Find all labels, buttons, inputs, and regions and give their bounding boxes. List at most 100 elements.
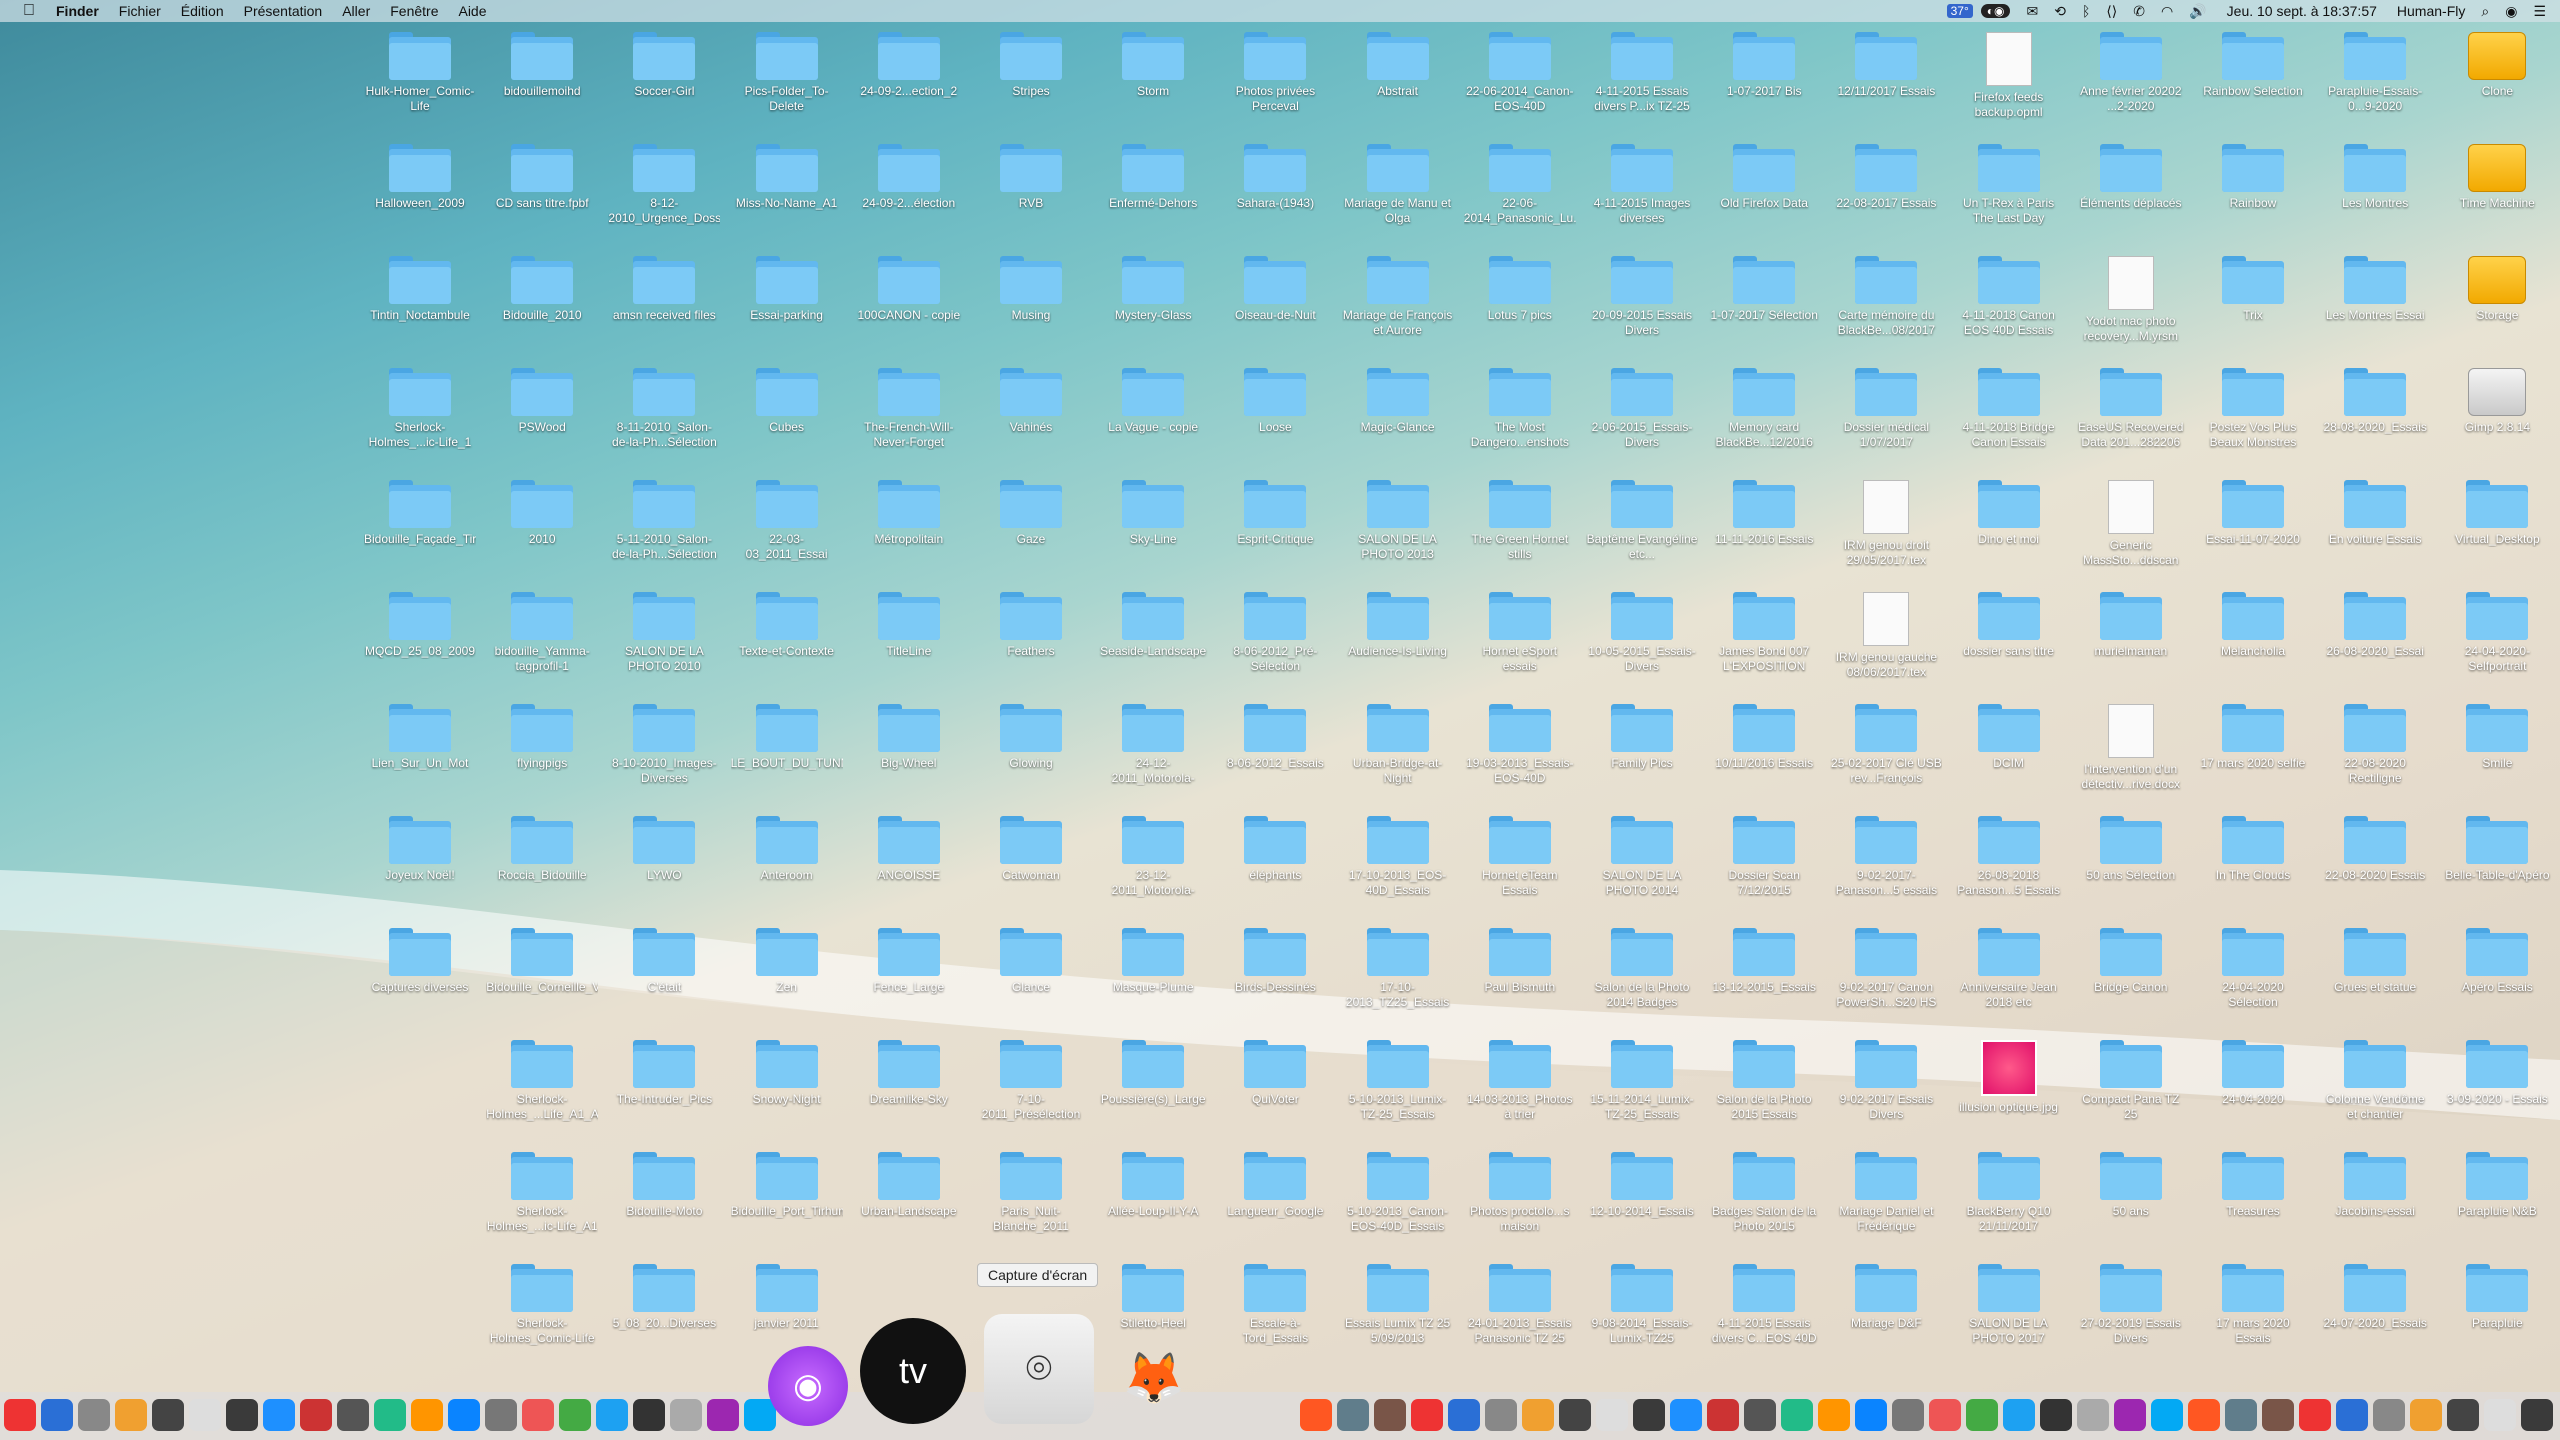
desktop-item[interactable]: 10/11/2016 Essais xyxy=(1708,704,1820,771)
desktop-item[interactable]: Essais Lumix TZ 25 5/09/2013 xyxy=(1342,1264,1454,1346)
dock-app-icon[interactable] xyxy=(522,1399,554,1431)
desktop-item[interactable]: Soccer-Girl xyxy=(608,32,720,99)
desktop-item[interactable]: Catwoman xyxy=(975,816,1087,883)
desktop-item[interactable]: 5-10-2013_Lumix-TZ-25_Essais xyxy=(1342,1040,1454,1122)
desktop-item[interactable]: Stiletto-Heel xyxy=(1097,1264,1209,1331)
desktop-item[interactable]: IRM genou droit 29/05/2017.tex xyxy=(1830,480,1942,568)
desktop-item[interactable]: Miss-No-Name_A1 xyxy=(731,144,843,211)
desktop-item[interactable]: Sherlock-Holmes_...ic-Life_A1 xyxy=(486,1152,598,1234)
dock-app-icon[interactable] xyxy=(1707,1399,1739,1431)
desktop-item[interactable]: 25-02-2017 Clé USB rev...François xyxy=(1830,704,1942,786)
menu-aide[interactable]: Aide xyxy=(458,3,486,19)
desktop-item[interactable]: In The Clouds xyxy=(2197,816,2309,883)
desktop-item[interactable]: Gaze xyxy=(975,480,1087,547)
desktop-item[interactable]: Paul Bismuth xyxy=(1464,928,1576,995)
desktop-item[interactable]: Salon de la Photo 2014 Badges xyxy=(1586,928,1698,1010)
desktop-item[interactable]: Escale-à-Tord_Essais xyxy=(1219,1264,1331,1346)
dock-app-icon[interactable] xyxy=(374,1399,406,1431)
desktop-item[interactable]: Anne février 20202 ...2-2020 xyxy=(2075,32,2187,114)
desktop-item[interactable]: Virtual_Desktop xyxy=(2441,480,2553,547)
desktop-item[interactable]: Roccia_Bidouille xyxy=(486,816,598,883)
desktop-item[interactable]: 8-11-2010_Salon-de-la-Ph...Sélection xyxy=(608,368,720,450)
desktop-item[interactable]: SALON DE LA PHOTO 2017 xyxy=(1953,1264,2065,1346)
desktop-item[interactable]: Essai-parking xyxy=(731,256,843,323)
desktop-item[interactable]: James Bond 007 L'EXPOSITION xyxy=(1708,592,1820,674)
dock-app-icon[interactable] xyxy=(1818,1399,1850,1431)
desktop-item[interactable]: 7-10-2011_Présélection xyxy=(975,1040,1087,1122)
desktop-item[interactable]: 24-09-2...ection_2 xyxy=(853,32,965,99)
desktop-item[interactable]: 23-12-2011_Motorola-Dext_Pics xyxy=(1097,816,1209,898)
desktop-item[interactable]: 4-11-2015 Essais divers P...ix TZ-25 xyxy=(1586,32,1698,114)
desktop-item[interactable]: 8-06-2012_Essais xyxy=(1219,704,1331,771)
mail-icon[interactable]: ✉ xyxy=(2026,3,2038,20)
desktop-item[interactable]: amsn received files xyxy=(608,256,720,323)
dock-app-icon[interactable] xyxy=(707,1399,739,1431)
desktop-item[interactable]: C'était xyxy=(608,928,720,995)
desktop-item[interactable]: 4-11-2018 Canon EOS 40D Essais xyxy=(1953,256,2065,338)
dock-app-icon[interactable] xyxy=(1596,1399,1628,1431)
desktop-item[interactable]: Hornet eSport essais xyxy=(1464,592,1576,674)
desktop-item[interactable]: The Green Hornet stills xyxy=(1464,480,1576,562)
dock-app-icon[interactable] xyxy=(41,1399,73,1431)
desktop-item[interactable]: 14-03-2013_Photos à trier xyxy=(1464,1040,1576,1122)
dock-app-icon[interactable] xyxy=(1300,1399,1332,1431)
desktop-item[interactable]: PSWood xyxy=(486,368,598,435)
dock-app-icon[interactable] xyxy=(4,1399,36,1431)
desktop-item[interactable]: Captures diverses xyxy=(364,928,476,995)
desktop-item[interactable]: 22-06-2014_Canon-EOS-40D xyxy=(1464,32,1576,114)
desktop-item[interactable]: 10-05-2015_Essais-Divers xyxy=(1586,592,1698,674)
desktop-item[interactable]: Rainbow xyxy=(2197,144,2309,211)
dock-app-icon[interactable] xyxy=(2114,1399,2146,1431)
desktop-item[interactable]: Jacobins-essai xyxy=(2319,1152,2431,1219)
dock-app-icon[interactable] xyxy=(263,1399,295,1431)
dock-app-icon[interactable] xyxy=(1448,1399,1480,1431)
desktop-item[interactable]: The Most Dangero...enshots xyxy=(1464,368,1576,450)
desktop-item[interactable]: 9-08-2014_Essais-Lumix-TZ25 xyxy=(1586,1264,1698,1346)
desktop-item[interactable]: 26-08-2020_Essai xyxy=(2319,592,2431,659)
desktop-item[interactable]: murielmaman xyxy=(2075,592,2187,659)
desktop-item[interactable]: Rainbow Selection xyxy=(2197,32,2309,99)
desktop-item[interactable]: Mystery-Glass xyxy=(1097,256,1209,323)
desktop-item[interactable]: 5-11-2010_Salon-de-la-Ph...Sélection xyxy=(608,480,720,562)
desktop-item[interactable]: Hornet eTeam Essais xyxy=(1464,816,1576,898)
desktop-item[interactable]: 8-12-2010_Urgence_Dossier-Photos xyxy=(608,144,720,226)
desktop-item[interactable]: 17 mars 2020 selfie xyxy=(2197,704,2309,771)
desktop-item[interactable]: Mariage Daniel et Frédérique xyxy=(1830,1152,1942,1234)
desktop-item[interactable]: Magic-Glance xyxy=(1342,368,1454,435)
desktop-item[interactable]: 3-09-2020 - Essais xyxy=(2441,1040,2553,1107)
dock-app-icon[interactable] xyxy=(2077,1399,2109,1431)
siri-icon[interactable]: ◉ xyxy=(2505,3,2517,20)
desktop-item[interactable]: RVB xyxy=(975,144,1087,211)
desktop-item[interactable]: Glowing xyxy=(975,704,1087,771)
dock-app-icon[interactable] xyxy=(2410,1399,2442,1431)
battery-temp-badge[interactable]: 37° xyxy=(1946,4,1973,18)
dock-gimp-icon[interactable]: 🦊 xyxy=(1106,1330,1202,1426)
desktop-item[interactable]: Urban-Landscape xyxy=(853,1152,965,1219)
desktop-item[interactable]: Pics-Folder_To-Delete xyxy=(731,32,843,114)
menu-clock[interactable]: Jeu. 10 sept. à 18:37:57 xyxy=(2227,3,2377,19)
dock-app-icon[interactable] xyxy=(1892,1399,1924,1431)
desktop-item[interactable]: Dossier médical 1/07/2017 xyxy=(1830,368,1942,450)
desktop-item[interactable]: Essai-11-07-2020 xyxy=(2197,480,2309,547)
desktop-item[interactable]: Sahara-(1943) xyxy=(1219,144,1331,211)
dock-app-icon[interactable] xyxy=(1633,1399,1665,1431)
desktop-item[interactable]: 22-08-2017 Essais xyxy=(1830,144,1942,211)
dock-app-icon[interactable] xyxy=(152,1399,184,1431)
dock-app-icon[interactable] xyxy=(2447,1399,2479,1431)
desktop-item[interactable]: Sherlock-Holmes_Comic-Life xyxy=(486,1264,598,1346)
desktop-item[interactable]: Bidouille_2010 xyxy=(486,256,598,323)
desktop-item[interactable]: Snowy-Night xyxy=(731,1040,843,1107)
dock-app-icon[interactable] xyxy=(115,1399,147,1431)
desktop-item[interactable]: 17 mars 2020 Essais xyxy=(2197,1264,2309,1346)
desktop-item[interactable]: Seaside-Landscape xyxy=(1097,592,1209,659)
desktop-item[interactable]: 2010 xyxy=(486,480,598,547)
desktop-item[interactable]: 27-02-2019 Essais Divers xyxy=(2075,1264,2187,1346)
dock-app-icon[interactable] xyxy=(337,1399,369,1431)
desktop-item[interactable]: Dino et moi xyxy=(1953,480,2065,547)
desktop-item[interactable]: Vahinés xyxy=(975,368,1087,435)
desktop-item[interactable]: Photos proctolo...s maison xyxy=(1464,1152,1576,1234)
desktop-item[interactable]: Les Montres xyxy=(2319,144,2431,211)
desktop-item[interactable]: Carte mémoire du BlackBe...08/2017 xyxy=(1830,256,1942,338)
dock-app-icon[interactable] xyxy=(1670,1399,1702,1431)
desktop-item[interactable]: 4-11-2015 Essais divers C...EOS 40D xyxy=(1708,1264,1820,1346)
